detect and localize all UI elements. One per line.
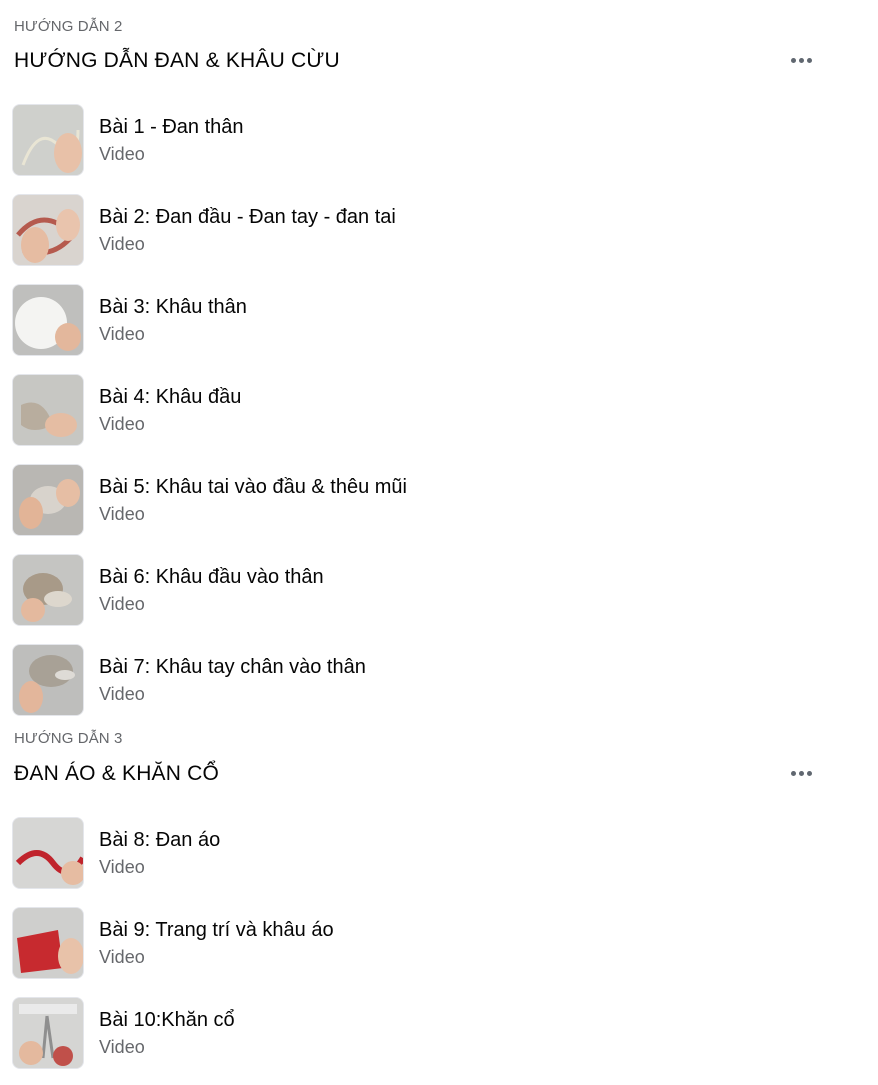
more-options-button[interactable]	[782, 761, 820, 785]
section-title: ĐAN ÁO & KHĂN CỔ	[14, 762, 220, 785]
lesson-item[interactable]: Bài 3: Khâu thân Video	[12, 284, 772, 356]
lesson-title[interactable]: Bài 1 - Đan thân	[99, 116, 244, 139]
more-horizontal-icon	[790, 57, 796, 63]
lesson-type: Video	[99, 857, 145, 877]
lesson-type: Video	[99, 144, 145, 164]
lesson-type: Video	[99, 594, 145, 614]
lesson-title[interactable]: Bài 5: Khâu tai vào đầu & thêu mũi	[99, 476, 407, 499]
lesson-thumbnail[interactable]	[12, 817, 84, 889]
more-options-button[interactable]	[782, 48, 820, 72]
lesson-title[interactable]: Bài 2: Đan đầu - Đan tay - đan tai	[99, 206, 396, 229]
lesson-list-page: HƯỚNG DẪN 2 HƯỚNG DẪN ĐAN & KHÂU CỪU HƯỚ…	[0, 0, 878, 1085]
lesson-item[interactable]: Bài 10:Khăn cổ Video	[12, 997, 772, 1069]
section-eyebrow: HƯỚNG DẪN 3	[14, 730, 123, 747]
lesson-type: Video	[99, 947, 145, 967]
more-horizontal-icon-dot	[806, 57, 812, 63]
lesson-item[interactable]: Bài 4: Khâu đầu Video	[12, 374, 772, 446]
lesson-type: Video	[99, 324, 145, 344]
lesson-type: Video	[99, 1037, 145, 1057]
more-horizontal-icon-dot	[798, 57, 804, 63]
lesson-item[interactable]: Bài 9: Trang trí và khâu áo Video	[12, 907, 772, 979]
lesson-type: Video	[99, 684, 145, 704]
lesson-thumbnail[interactable]	[12, 644, 84, 716]
more-horizontal-icon-dot	[798, 770, 804, 776]
lesson-thumbnail[interactable]	[12, 194, 84, 266]
lesson-thumbnail[interactable]	[12, 284, 84, 356]
lesson-item[interactable]: Bài 8: Đan áo Video	[12, 817, 772, 889]
lesson-title[interactable]: Bài 7: Khâu tay chân vào thân	[99, 656, 366, 679]
lesson-item[interactable]: Bài 6: Khâu đầu vào thân Video	[12, 554, 772, 626]
lesson-type: Video	[99, 504, 145, 524]
lesson-type: Video	[99, 414, 145, 434]
lesson-item[interactable]: Bài 2: Đan đầu - Đan tay - đan tai Video	[12, 194, 772, 266]
lesson-title[interactable]: Bài 8: Đan áo	[99, 829, 220, 852]
section-eyebrow: HƯỚNG DẪN 2	[14, 18, 123, 35]
lesson-title[interactable]: Bài 10:Khăn cổ	[99, 1009, 235, 1032]
lesson-thumbnail[interactable]	[12, 554, 84, 626]
lesson-title[interactable]: Bài 9: Trang trí và khâu áo	[99, 919, 334, 942]
lesson-item[interactable]: Bài 1 - Đan thân Video	[12, 104, 772, 176]
lesson-title[interactable]: Bài 4: Khâu đầu	[99, 386, 241, 409]
more-horizontal-icon-dot	[806, 770, 812, 776]
lesson-title[interactable]: Bài 6: Khâu đầu vào thân	[99, 566, 324, 589]
lesson-item[interactable]: Bài 5: Khâu tai vào đầu & thêu mũi Video	[12, 464, 772, 536]
lesson-thumbnail[interactable]	[12, 997, 84, 1069]
lesson-title[interactable]: Bài 3: Khâu thân	[99, 296, 247, 319]
more-horizontal-icon	[790, 770, 796, 776]
lesson-thumbnail[interactable]	[12, 464, 84, 536]
lesson-thumbnail[interactable]	[12, 104, 84, 176]
lesson-type: Video	[99, 234, 145, 254]
lesson-item[interactable]: Bài 7: Khâu tay chân vào thân Video	[12, 644, 772, 716]
section-title: HƯỚNG DẪN ĐAN & KHÂU CỪU	[14, 49, 340, 72]
lesson-thumbnail[interactable]	[12, 907, 84, 979]
lesson-thumbnail[interactable]	[12, 374, 84, 446]
